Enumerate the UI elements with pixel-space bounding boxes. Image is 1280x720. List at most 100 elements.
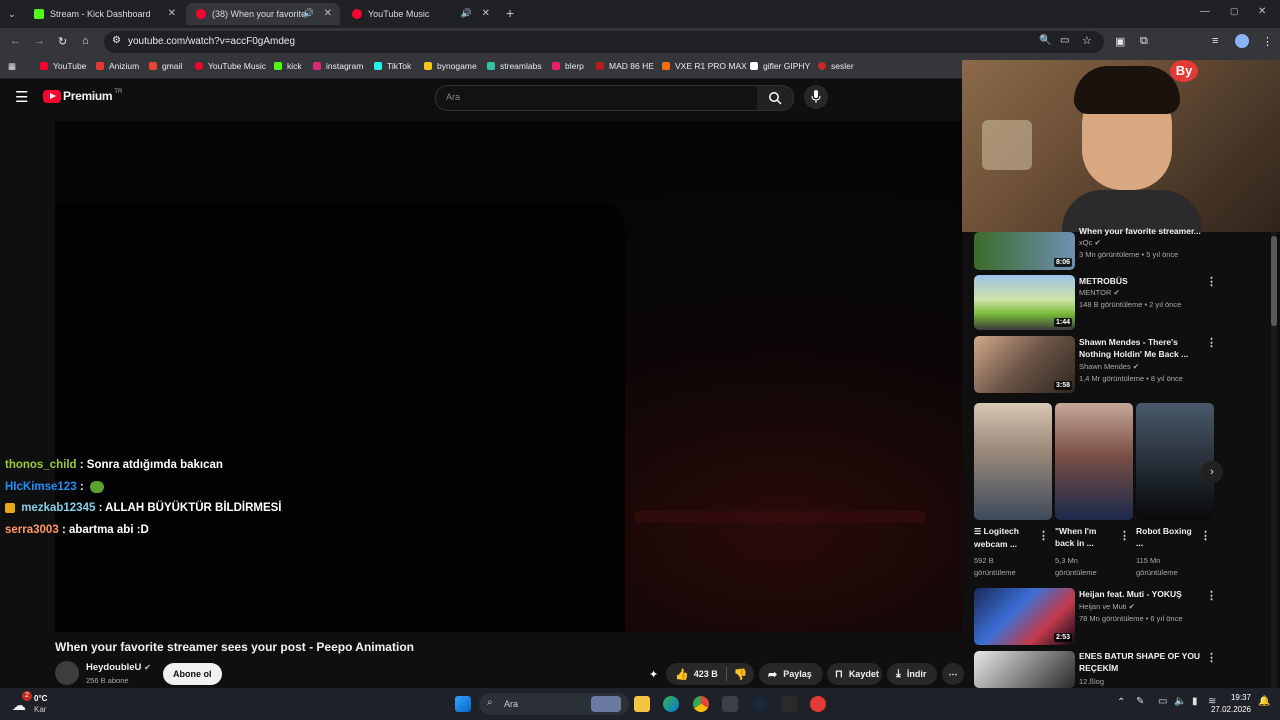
more-vert-icon[interactable]: ⋮ xyxy=(1200,529,1211,542)
video-thumbnail[interactable]: 3:58 xyxy=(974,336,1075,393)
search-button[interactable] xyxy=(757,85,794,111)
bookmark-instagram[interactable]: instagram xyxy=(313,61,363,71)
bookmark-anizium[interactable]: Anizium xyxy=(96,61,139,71)
windows-start-icon[interactable] xyxy=(455,696,471,712)
home-icon[interactable]: ⌂ xyxy=(82,35,89,47)
cast-icon[interactable]: ▭ xyxy=(1060,35,1069,46)
chevron-up-icon[interactable]: ⌃ xyxy=(1117,697,1125,708)
notification-bell-icon[interactable]: 🔔 xyxy=(1258,696,1270,707)
bookmark-bynogame[interactable]: bynogame xyxy=(424,61,477,71)
menu-icon[interactable]: ⋮ xyxy=(1262,35,1273,48)
video-player[interactable] xyxy=(55,121,962,632)
thumbs-up-icon[interactable]: 👍 xyxy=(675,668,689,681)
download-button[interactable]: ⤓ İndir xyxy=(887,663,937,685)
close-icon[interactable]: ✕ xyxy=(168,8,176,19)
url-text[interactable]: youtube.com/watch?v=accF0gAmdeg xyxy=(128,36,295,47)
reload-icon[interactable]: ↻ xyxy=(58,35,67,48)
channel-avatar[interactable] xyxy=(55,661,79,685)
save-button[interactable]: ⊓ Kaydet xyxy=(827,663,882,685)
puzzle-icon[interactable]: ⧉ xyxy=(1140,35,1148,48)
recommendation-channel[interactable]: Heijan ve Muti ✔ xyxy=(1079,602,1135,611)
minimize-button[interactable]: — xyxy=(1200,6,1210,17)
apps-grid-icon[interactable]: ▦ xyxy=(8,61,16,72)
bookmark-giphy[interactable]: gifler GIPHY xyxy=(750,61,810,71)
pen-icon[interactable]: ✎ xyxy=(1136,696,1144,707)
share-button[interactable]: ➦ Paylaş xyxy=(759,663,823,685)
file-explorer-icon[interactable] xyxy=(634,696,650,712)
bookmark-youtube[interactable]: YouTube xyxy=(40,61,86,71)
search-input[interactable]: Ara xyxy=(435,85,759,111)
extension-icon[interactable]: ▣ xyxy=(1115,35,1125,48)
video-thumbnail[interactable]: 2:53 xyxy=(974,588,1075,645)
steam-icon[interactable] xyxy=(752,696,768,712)
bookmark-youtube-music[interactable]: YouTube Music xyxy=(195,61,266,71)
short-thumbnail[interactable] xyxy=(1055,403,1133,520)
media-control-icon[interactable]: ≡ xyxy=(1212,35,1218,47)
like-count[interactable]: 423 B xyxy=(694,669,718,679)
video-thumbnail[interactable]: 1:44 xyxy=(974,275,1075,330)
subscribe-button[interactable]: Abone ol xyxy=(163,663,222,685)
display-icon[interactable]: ▭ xyxy=(1158,696,1167,707)
recommendation-channel[interactable]: xQc ✔ xyxy=(1079,238,1101,247)
obs-icon[interactable] xyxy=(810,696,826,712)
back-arrow-icon[interactable]: ← xyxy=(10,35,21,47)
bookmark-sesler[interactable]: sesler xyxy=(818,61,854,71)
recommendation-title[interactable]: ENES BATUR SHAPE OF YOU REÇEKİM xyxy=(1079,650,1204,674)
bookmark-tiktok[interactable]: TikTok xyxy=(374,61,411,71)
site-info-icon[interactable]: ⚙ xyxy=(112,35,121,46)
more-vert-icon[interactable]: ⋮ xyxy=(1206,651,1217,664)
more-vert-icon[interactable]: ⋮ xyxy=(1119,529,1130,542)
speaker-icon[interactable]: 🔊 xyxy=(461,8,472,19)
bookmark-mad86[interactable]: MAD 86 HE xyxy=(596,61,654,71)
shelf-next-button[interactable]: › xyxy=(1201,461,1223,483)
profile-avatar[interactable] xyxy=(1235,34,1249,48)
recommendation-title[interactable]: Shawn Mendes - There's Nothing Holdin' M… xyxy=(1079,336,1197,360)
bookmark-gmail[interactable]: gmail xyxy=(149,61,182,71)
tab-youtube-music[interactable]: YouTube Music 🔊 ✕ xyxy=(342,3,498,25)
short-thumbnail[interactable] xyxy=(974,403,1052,520)
epic-games-icon[interactable] xyxy=(781,696,797,712)
video-thumbnail[interactable]: 8:06 xyxy=(974,232,1075,270)
more-actions-button[interactable]: ⋯ xyxy=(942,663,964,685)
recommendation-channel[interactable]: MENTOR ✔ xyxy=(1079,288,1120,297)
video-thumbnail[interactable] xyxy=(974,651,1075,688)
speaker-icon[interactable]: 🔊 xyxy=(303,8,314,19)
omnibox[interactable]: ⚙ youtube.com/watch?v=accF0gAmdeg 🔍 ▭ ☆ xyxy=(104,31,1104,53)
tab-kick-dashboard[interactable]: Stream - Kick Dashboard ✕ xyxy=(24,3,184,25)
more-vert-icon[interactable]: ⋮ xyxy=(1206,589,1217,602)
recommendation-channel[interactable]: 12.ßlog xyxy=(1079,677,1104,686)
youtube-premium-logo[interactable]: Premium TR xyxy=(43,89,122,103)
more-vert-icon[interactable]: ⋮ xyxy=(1038,529,1049,542)
scrollbar-track[interactable] xyxy=(1271,232,1277,688)
bookmark-kick[interactable]: kick xyxy=(274,61,302,71)
recommendation-channel[interactable]: Shawn Mendes ✔ xyxy=(1079,362,1139,371)
edge-icon[interactable] xyxy=(663,696,679,712)
voice-search-button[interactable] xyxy=(804,85,828,109)
bookmark-blerp[interactable]: blerp xyxy=(552,61,584,71)
close-icon[interactable]: ✕ xyxy=(324,8,332,19)
clock-time[interactable]: 19:37 xyxy=(1213,693,1251,702)
taskbar-search-box[interactable]: ⌕ Ara xyxy=(479,693,629,715)
short-title[interactable]: "When I'm back in ... xyxy=(1055,525,1117,549)
recommendation-title[interactable]: Heijan feat. Muti - YOKUŞ xyxy=(1079,588,1204,600)
sparkle-icon[interactable]: ✦ xyxy=(649,668,658,681)
short-title[interactable]: ☰ Logitech webcam ... xyxy=(974,525,1034,550)
weather-widget[interactable]: ☁ 2 xyxy=(10,691,32,715)
bookmark-vxe[interactable]: VXE R1 PRO MAX xyxy=(662,61,747,71)
more-vert-icon[interactable]: ⋮ xyxy=(1206,275,1217,288)
new-tab-button[interactable]: + xyxy=(506,5,514,21)
chrome-icon[interactable] xyxy=(693,696,709,712)
scrollbar-thumb[interactable] xyxy=(1271,236,1277,326)
recommendation-title[interactable]: When your favorite streamer... xyxy=(1079,225,1209,237)
zoom-icon[interactable]: 🔍 xyxy=(1039,35,1051,46)
battery-icon[interactable]: ▮ xyxy=(1192,696,1198,707)
close-window-button[interactable]: ✕ xyxy=(1258,6,1266,17)
maximize-button[interactable]: ▢ xyxy=(1230,6,1239,17)
short-title[interactable]: Robot Boxing ... xyxy=(1136,525,1192,549)
more-vert-icon[interactable]: ⋮ xyxy=(1206,336,1217,349)
bookmark-streamlabs[interactable]: streamlabs xyxy=(487,61,542,71)
tab-youtube-video[interactable]: (38) When your favorite stre 🔊 ✕ xyxy=(186,3,340,25)
bookmark-star-icon[interactable]: ☆ xyxy=(1082,34,1092,47)
clock-date[interactable]: 27.02.2026 xyxy=(1201,705,1251,714)
thumbs-down-icon[interactable]: 👎 xyxy=(734,668,748,681)
